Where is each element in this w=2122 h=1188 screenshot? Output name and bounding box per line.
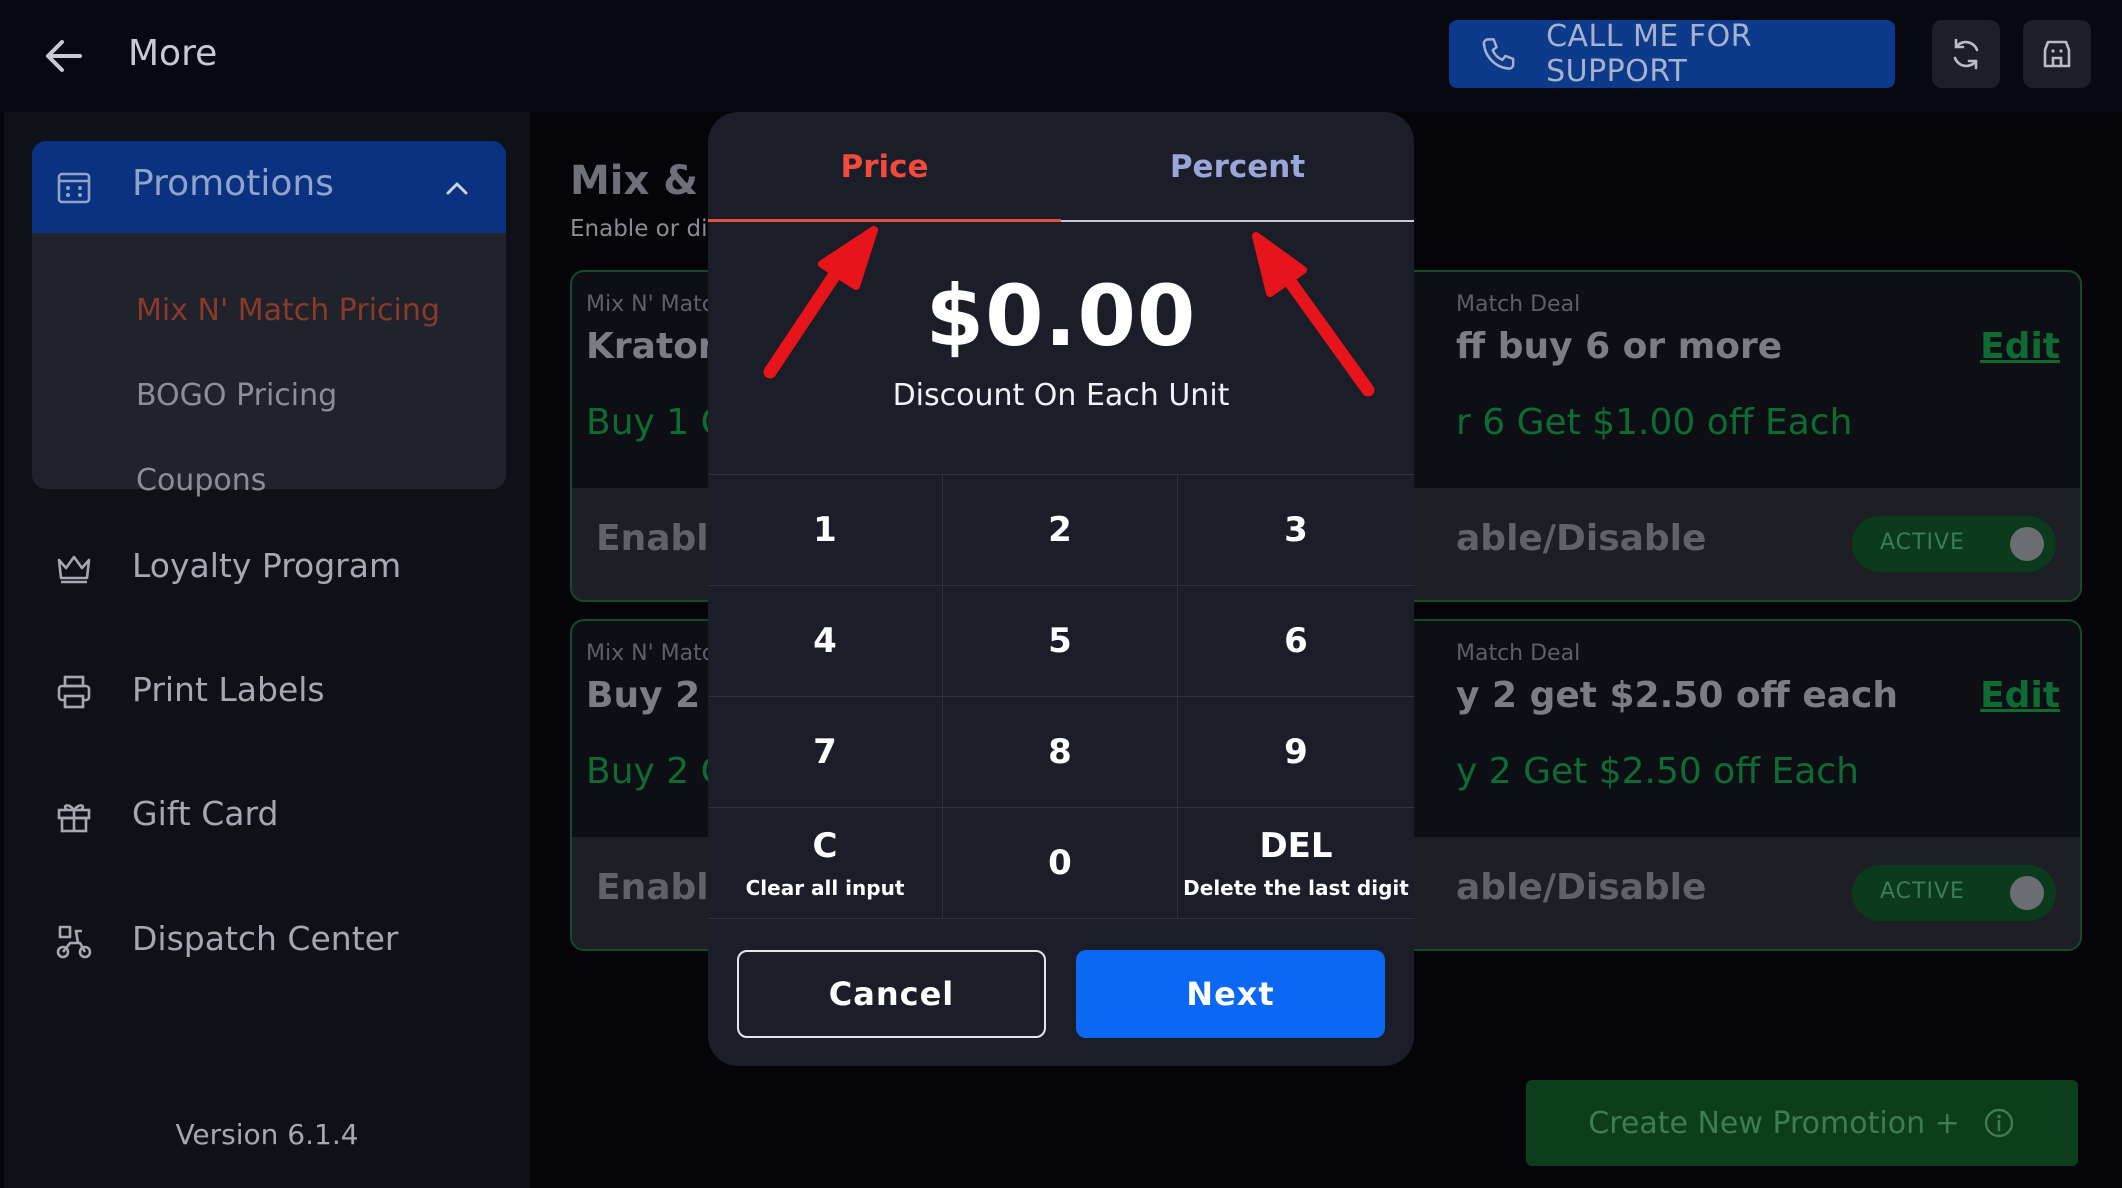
gift-icon	[57, 804, 91, 833]
sidebar-item-gift-card[interactable]: Gift Card	[32, 781, 506, 851]
card-deal: r 6 Get $1.00 off Each	[1456, 402, 1853, 443]
printer-icon	[57, 675, 91, 709]
key-9[interactable]: 9	[1178, 697, 1414, 808]
enable-disable-label: able/Disable	[1456, 518, 1707, 559]
card-deal: y 2 Get $2.50 off Each	[1456, 751, 1859, 792]
info-icon	[1984, 1108, 2013, 1138]
card-tag: Match Deal	[1456, 641, 1581, 666]
key-0[interactable]: 0	[943, 808, 1178, 919]
key-delete[interactable]: DEL Delete the last digit	[1178, 808, 1414, 919]
sidebar-item-label: Promotions	[132, 163, 334, 204]
discount-type-tabs: Price Percent	[708, 112, 1414, 222]
key-digit: 1	[813, 510, 837, 550]
create-promotion-label: Create New Promotion +	[1588, 1105, 1960, 1141]
card-tag: Mix N' Match	[586, 641, 728, 666]
refresh-button[interactable]	[1932, 20, 2000, 88]
phone-icon	[1482, 38, 1515, 70]
card-tag: Mix N' Match	[586, 292, 728, 317]
toggle-knob	[2010, 527, 2044, 561]
key-caption: Clear all input	[745, 876, 905, 900]
active-toggle[interactable]: ACTIVE	[1852, 516, 2056, 572]
edit-link[interactable]: Edit	[1980, 326, 2060, 367]
discount-caption: Discount On Each Unit	[892, 378, 1230, 413]
sidebar-item-label: Loyalty Program	[132, 546, 402, 585]
edit-link[interactable]: Edit	[1980, 675, 2060, 716]
sidebar-item-label: Gift Card	[132, 794, 279, 833]
refresh-icon	[1953, 38, 1979, 70]
app-version: Version 6.1.4	[175, 1118, 359, 1151]
key-caption: Delete the last digit	[1183, 876, 1409, 900]
key-digit: 6	[1284, 621, 1308, 661]
store-icon	[2043, 40, 2071, 68]
key-digit: 7	[813, 732, 837, 772]
key-3[interactable]: 3	[1178, 475, 1414, 586]
back-arrow-icon[interactable]	[40, 30, 92, 82]
key-5[interactable]: 5	[943, 586, 1178, 697]
sidebar-item-promotions[interactable]: Promotions	[32, 141, 506, 233]
active-toggle[interactable]: ACTIVE	[1852, 865, 2056, 921]
key-digit: 3	[1284, 510, 1308, 550]
next-button[interactable]: Next	[1076, 950, 1385, 1038]
key-digit: 0	[1048, 843, 1072, 883]
chevron-up-icon[interactable]	[442, 173, 472, 203]
sidebar-item-dispatch-center[interactable]: Dispatch Center	[32, 906, 506, 976]
toggle-label: ACTIVE	[1880, 879, 1965, 904]
toggle-label: ACTIVE	[1880, 530, 1965, 555]
call-support-label: CALL ME FOR SUPPORT	[1546, 19, 1753, 89]
tab-percent[interactable]: Percent	[1061, 112, 1414, 222]
card-name: ff buy 6 or more	[1456, 326, 1783, 367]
discount-modal: Price Percent $0.00 Discount On Each Uni…	[708, 112, 1414, 1066]
key-6[interactable]: 6	[1178, 586, 1414, 697]
card-tag: Match Deal	[1456, 292, 1581, 317]
key-digit: 9	[1284, 732, 1308, 772]
create-promotion-button[interactable]: Create New Promotion +	[1526, 1080, 2078, 1166]
sidebar: Promotions Mix N' Match Pricing BOGO Pri…	[4, 112, 530, 1188]
key-digit: 5	[1048, 621, 1072, 661]
sidebar-item-print-labels[interactable]: Print Labels	[32, 657, 506, 727]
key-2[interactable]: 2	[943, 475, 1178, 586]
active-tab-indicator	[708, 219, 1061, 222]
tab-price[interactable]: Price	[708, 112, 1061, 222]
promotions-icon	[57, 172, 91, 204]
key-8[interactable]: 8	[943, 697, 1178, 808]
submenu-item-coupons[interactable]: Coupons	[136, 463, 266, 498]
key-clear[interactable]: C Clear all input	[708, 808, 943, 919]
key-digit: 2	[1048, 510, 1072, 550]
scooter-icon	[56, 925, 92, 959]
toggle-knob	[2010, 876, 2044, 910]
key-digit: C	[812, 826, 838, 866]
card-name: y 2 get $2.50 off each	[1456, 675, 1899, 716]
sidebar-item-loyalty[interactable]: Loyalty Program	[32, 533, 506, 603]
key-4[interactable]: 4	[708, 586, 943, 697]
promotions-submenu: Mix N' Match Pricing BOGO Pricing Coupon…	[32, 233, 506, 498]
section-subtitle: Enable or dis	[570, 216, 720, 242]
submenu-item-mix-n-match[interactable]: Mix N' Match Pricing	[136, 293, 440, 328]
key-digit: 4	[813, 621, 837, 661]
enable-disable-label: able/Disable	[1456, 867, 1707, 908]
sidebar-item-label: Dispatch Center	[132, 919, 399, 958]
key-digit: DEL	[1259, 826, 1333, 866]
call-support-button[interactable]: CALL ME FOR SUPPORT	[1449, 19, 1895, 89]
numeric-keypad: 1 2 3 4 5 6 7 8 9 C Clear all input 0 DE…	[708, 474, 1414, 920]
crown-icon	[57, 555, 91, 584]
page-title: More	[128, 33, 218, 74]
discount-amount-display: $0.00	[925, 267, 1197, 365]
key-digit: 8	[1048, 732, 1072, 772]
submenu-item-bogo[interactable]: BOGO Pricing	[136, 378, 337, 413]
key-7[interactable]: 7	[708, 697, 943, 808]
top-bar: More CALL ME FOR SUPPORT	[0, 0, 2122, 112]
sidebar-item-label: Print Labels	[132, 670, 325, 709]
cancel-button[interactable]: Cancel	[737, 950, 1046, 1038]
key-1[interactable]: 1	[708, 475, 943, 586]
store-button[interactable]	[2023, 20, 2091, 88]
